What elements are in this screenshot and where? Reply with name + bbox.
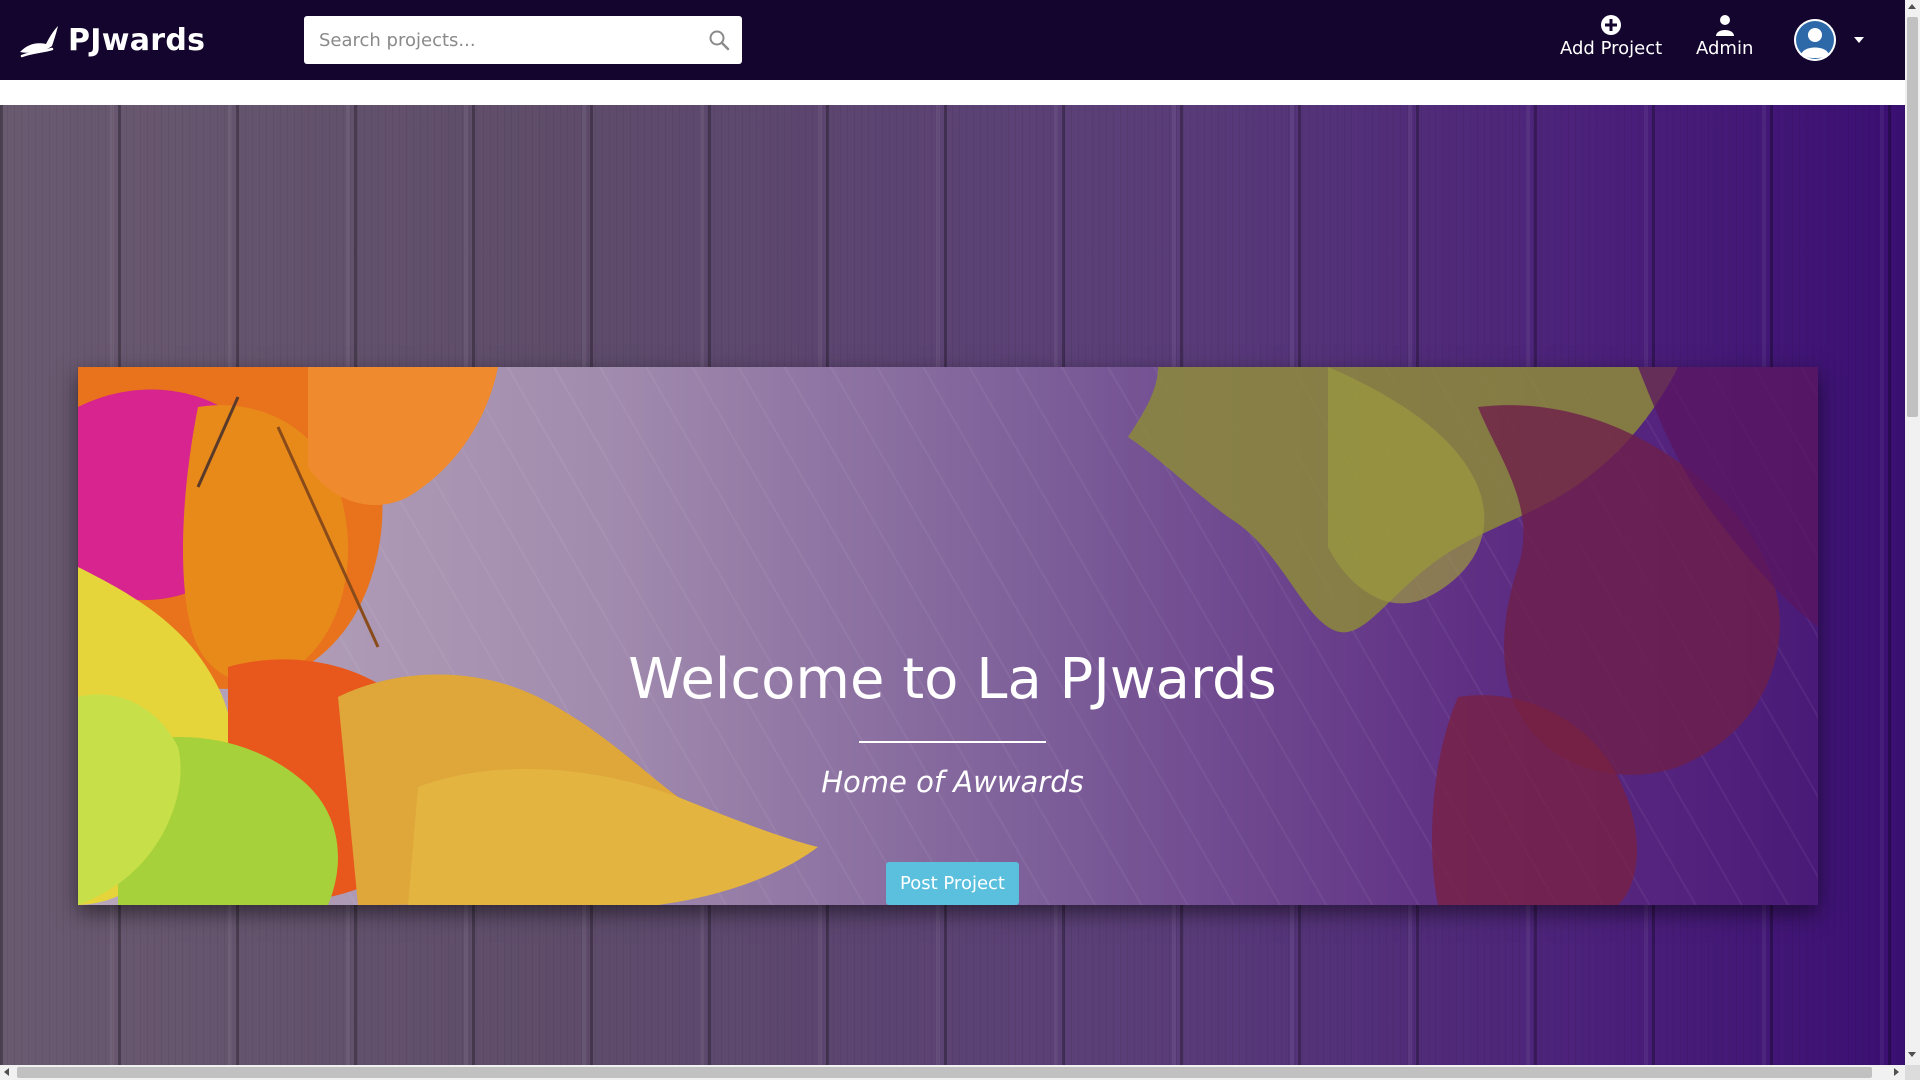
scroll-left-icon[interactable] [4,1068,9,1076]
add-project-link[interactable]: Add Project [1560,14,1662,66]
scroll-up-icon[interactable] [1908,4,1916,9]
navbar: PJwards Add Project Admin [0,0,1905,80]
hero-section: Welcome to La PJwards Home of Awwards Po… [0,105,1905,1065]
scrollbar-corner [1905,1065,1920,1080]
hero-title: Welcome to La PJwards [628,647,1277,712]
avatar[interactable] [1794,19,1836,61]
brand-link[interactable]: PJwards [18,18,205,62]
admin-label: Admin [1696,38,1754,59]
admin-link[interactable]: Admin [1696,14,1753,66]
bird-logo-icon [20,26,58,58]
horizontal-scrollbar[interactable] [0,1065,1905,1080]
hero-divider [859,741,1046,743]
vertical-scrollbar[interactable] [1905,0,1920,1065]
search-icon[interactable] [708,29,730,51]
vertical-scroll-thumb[interactable] [1907,17,1918,417]
user-avatar-icon [1794,19,1836,61]
post-project-button[interactable]: Post Project [886,862,1019,905]
scroll-down-icon[interactable] [1908,1052,1916,1057]
plus-circle-icon [1601,15,1622,35]
search-box [304,16,742,64]
hero-subtitle: Home of Awwards [821,765,1084,799]
add-project-label: Add Project [1560,38,1663,59]
caret-down-icon[interactable] [1853,36,1865,44]
user-icon [1715,15,1734,36]
scroll-right-icon[interactable] [1894,1068,1899,1076]
hero-banner [78,367,1818,905]
search-input[interactable] [304,16,742,64]
autumn-leaves-image [78,367,1818,905]
horizontal-scroll-thumb[interactable] [17,1067,1872,1078]
brand-name: PJwards [68,22,206,58]
